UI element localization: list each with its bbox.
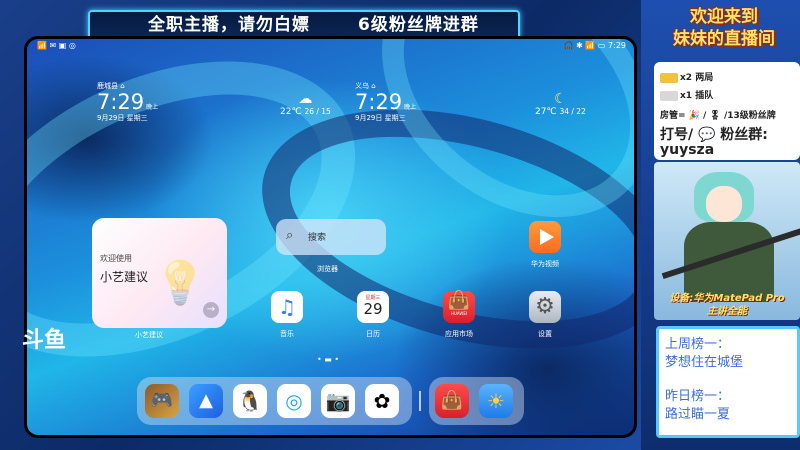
page-indicator[interactable]: • ▬ • [317,355,339,364]
weather-widget-1[interactable]: ☁ 22℃ 26 / 15 [280,91,331,117]
browser-search-widget[interactable]: ⌕ 搜索 [276,219,386,255]
widget-title: 欢迎使用 [100,254,132,263]
rank-name: 路过瞄一夏 [665,407,731,422]
music-app[interactable]: ♫ [271,291,303,323]
banner-text-2: 6级粉丝牌进群 [358,15,479,35]
xiaoyi-suggestion-widget[interactable]: 欢迎使用 小艺建议 💡 → [92,218,227,328]
clock-date: 9月29日 星期三 [355,114,406,122]
clock-time: 7:29 [97,90,145,114]
play-icon [540,229,554,245]
weather-range: 34 / 22 [559,107,586,116]
welcome-line-1: 欢迎来到 [690,7,758,27]
tablet-frame: 📶 ✉ ▣ ◎ 🎧 ✱ 📶 ▭ 7:29 鹿城县 ⌂ 7:29 晚上 9月29日 … [24,36,637,438]
rank-label: 上周榜一： [665,337,731,352]
aist-app[interactable]: ▲ [189,384,223,418]
home-screen: 📶 ✉ ▣ ◎ 🎧 ✱ 📶 ▭ 7:29 鹿城县 ⌂ 7:29 晚上 9月29日 … [27,39,634,435]
penguin-icon: 🐧 [237,389,263,413]
app-label: 音乐 [280,330,294,338]
clock-date: 9月29日 星期三 [97,114,148,122]
app-label: 日历 [366,330,380,338]
gallery-app[interactable]: ✿ [365,384,399,418]
equipment-text: 设备:华为MatePad Pro 主讲全能 [669,293,785,317]
sun-icon: ☀ [487,389,505,413]
ticket-icon [660,90,678,101]
app-market-app[interactable]: 👜 HUAWEI [443,291,475,323]
fan-group-id: yuysza [660,142,715,158]
rankings-panel: 上周榜一： 梦想住在城堡 昨日榜一： 路过瞄一夏 [656,326,800,438]
banner-text-1: 全职主播，请勿白嫖 [148,15,310,35]
qq-app[interactable]: 🐧 [233,384,267,418]
rank-label: 昨日榜一： [665,389,731,404]
camera-icon: 📷 [325,389,351,413]
stream-overlay: 全职主播，请勿白嫖 6级粉丝牌进群 📶 ✉ ▣ ◎ 🎧 ✱ 📶 ▭ 7:29 鹿… [0,0,800,450]
clock-ampm: 晚上 [404,104,417,111]
cloud-icon: ☁ [298,91,313,107]
welcome-title: 欢迎来到 妹妹的直播间 [650,6,798,50]
recent-app-market[interactable]: 👜 [435,384,469,418]
weather-temp: 27℃ [535,107,557,117]
widget-name: 小艺建议 [100,270,149,284]
shopping-bag-icon: 👜 [440,390,464,411]
clock-widget-2[interactable]: 义乌 ⌂ 7:29 晚上 9月29日 星期三 [355,81,416,123]
brand-text: HUAWEI [450,311,468,316]
weather-temp: 22℃ [280,107,302,117]
weather-range: 26 / 15 [304,107,331,116]
clock-widget-1[interactable]: 鹿城县 ⌂ 7:29 晚上 9月29日 星期三 [97,81,158,123]
clock-time: 7:29 [355,90,403,114]
ticket-icon [660,72,678,83]
rule-line: 打号/ 💬 粉丝群: [660,127,768,143]
settings-app[interactable]: ⚙ [529,291,561,323]
calendar-day: 29 [363,300,383,318]
game-app[interactable]: 🎮 [145,384,179,418]
gear-icon: ⚙ [535,294,555,319]
weather-widget-2[interactable]: ☾ 27℃ 34 / 22 [535,91,586,117]
weather-app[interactable]: ☀ [479,384,513,418]
rule-line: x2 两局 [660,70,713,83]
character-face [706,186,742,222]
calendar-app[interactable]: 星期三 29 [357,291,389,323]
camera-app[interactable]: 📷 [321,384,355,418]
browser-app[interactable]: ◎ [277,384,311,418]
rules-panel: x2 两局 x1 插队 房管= 🎉 / 🎖 /13级粉丝牌 打号/ 💬 粉丝群:… [654,62,800,160]
douyu-logo: 斗鱼 [22,328,67,353]
status-bar-left: 📶 ✉ ▣ ◎ [37,41,76,50]
rule-line: 房管= 🎉 / 🎖 /13级粉丝牌 [660,111,776,121]
widget-label: 小艺建议 [135,331,163,339]
search-placeholder: 搜索 [308,233,327,243]
moon-icon: ☾ [554,91,567,107]
browser-label: 浏览器 [317,265,338,273]
status-bar-right: 🎧 ✱ 📶 ▭ 7:29 [563,41,626,50]
app-label: 华为视频 [531,260,559,268]
rule-line: x1 插队 [660,88,713,101]
welcome-line-2: 妹妹的直播间 [673,29,775,49]
huawei-video-app[interactable] [529,221,561,253]
clock-ampm: 晚上 [146,104,159,111]
globe-icon: ◎ [285,389,303,413]
rank-name: 梦想住在城堡 [665,355,744,370]
arrow-right-icon[interactable]: → [203,302,219,318]
mountain-icon: ▲ [199,390,213,411]
flower-icon: ✿ [373,389,391,413]
dock-separator [419,391,421,411]
shopping-bag-icon: 👜 [447,290,471,311]
search-icon: ⌕ [286,228,294,243]
lightbulb-icon: 💡 [154,258,207,307]
app-label: 设置 [538,330,552,338]
music-note-icon: ♫ [278,295,296,319]
game-icon: 🎮 [150,390,174,411]
app-label: 应用市场 [445,330,473,338]
